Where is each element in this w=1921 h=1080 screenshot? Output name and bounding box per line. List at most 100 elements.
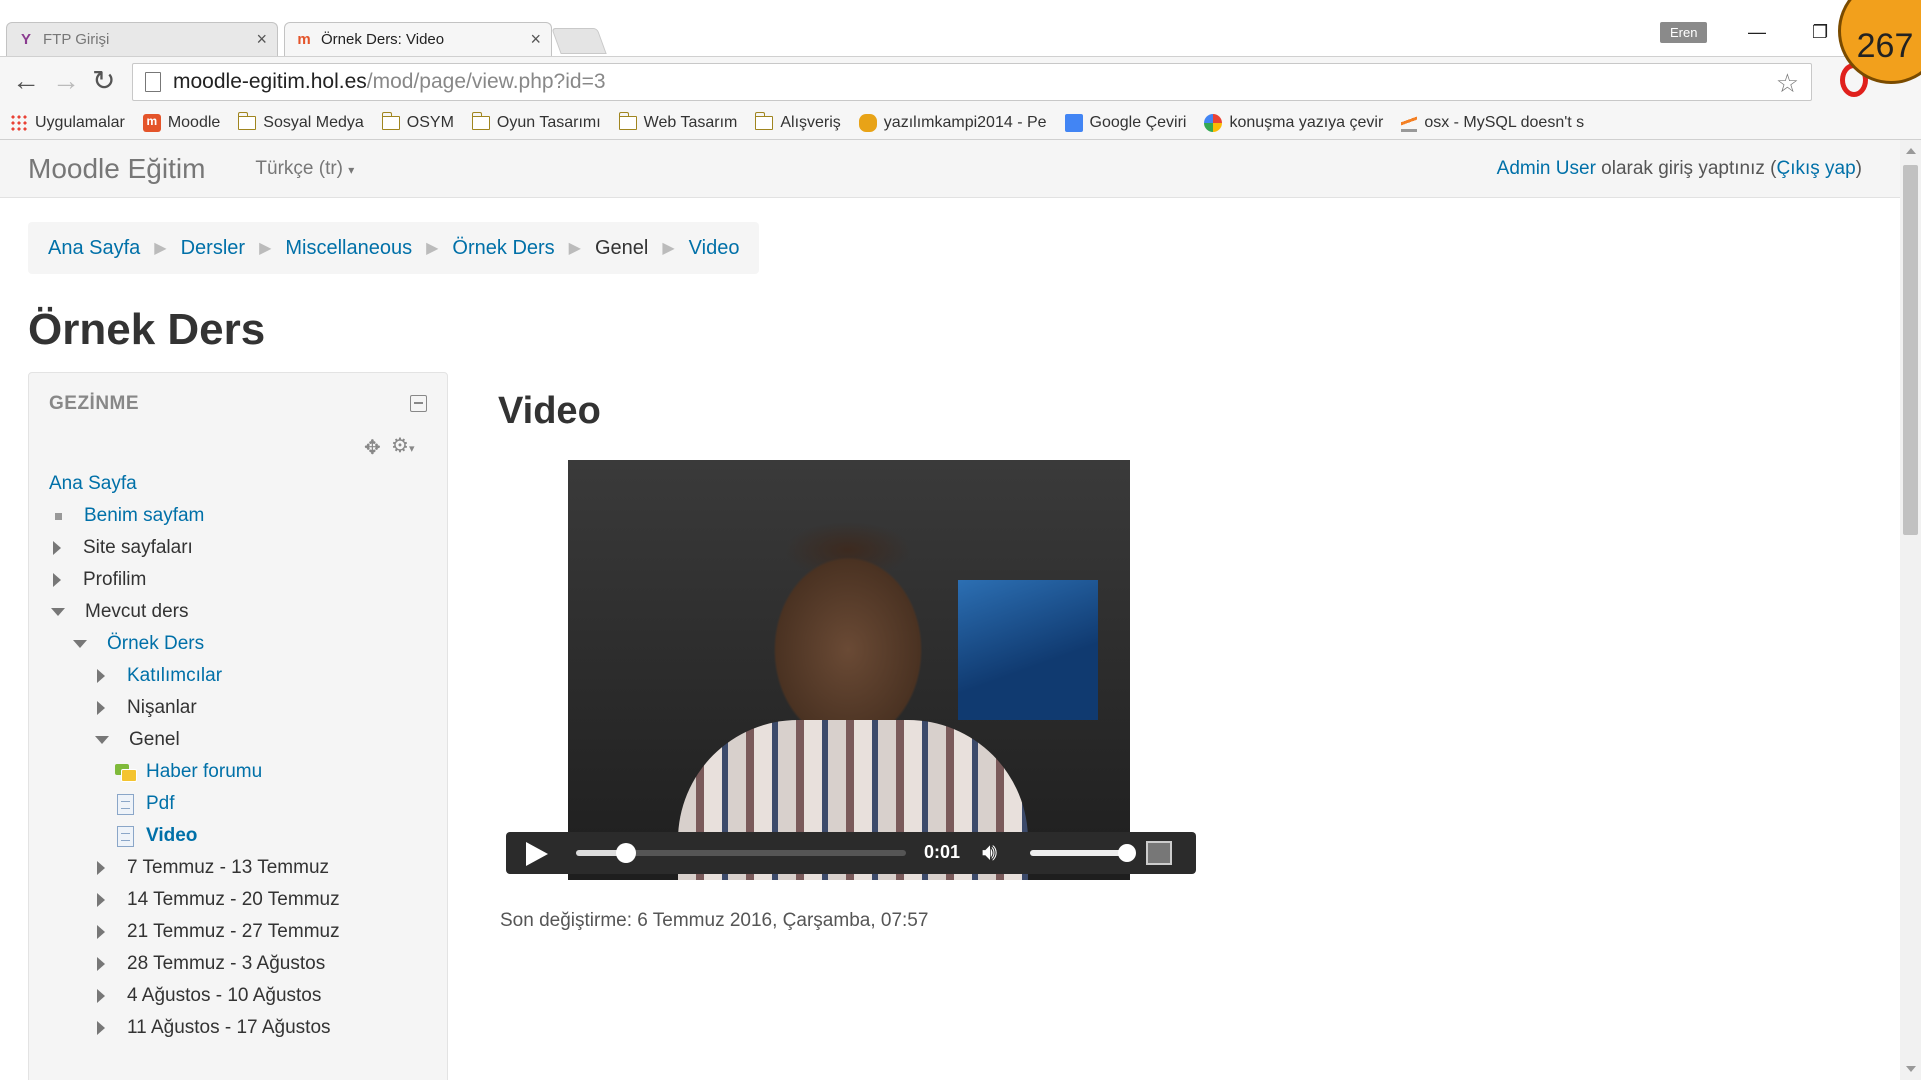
bookmark-moodle[interactable]: m Moodle [142, 113, 220, 132]
play-icon[interactable] [526, 842, 548, 866]
bookmark-uygulamalar[interactable]: Uygulamalar [10, 113, 125, 132]
scroll-thumb[interactable] [1903, 165, 1918, 535]
tab-ornek-ders-video[interactable]: m Örnek Ders: Video × [284, 22, 552, 56]
bookmark-osx-mysql[interactable]: osx - MySQL doesn't s [1401, 113, 1584, 132]
fullscreen-icon[interactable] [1146, 841, 1172, 865]
profile-button[interactable]: Eren [1660, 22, 1708, 43]
bookmark-star-icon[interactable]: ☆ [1776, 68, 1799, 99]
page-title: Örnek Ders [28, 305, 266, 354]
bookmark-yazilimkampi[interactable]: yazılımkampi2014 - Pe [858, 113, 1047, 132]
nav-item-katilimcilar[interactable]: Katılımcılar [93, 665, 222, 687]
scroll-up-icon[interactable] [1906, 148, 1916, 154]
nav-item-week[interactable]: 11 Ağustos - 17 Ağustos [93, 1017, 331, 1039]
reload-icon[interactable]: ↻ [92, 67, 115, 95]
volume-slider[interactable] [1030, 844, 1136, 862]
login-text: olarak giriş yaptınız ( [1595, 158, 1777, 179]
site-brand-link[interactable]: Moodle Eğitim [28, 153, 205, 185]
nav-item-ornek-ders[interactable]: Örnek Ders [71, 633, 204, 655]
nav-item-label: Ana Sayfa [49, 473, 137, 494]
nav-item-week[interactable]: 21 Temmuz - 27 Temmuz [93, 921, 340, 943]
nav-item-site-sayfalari[interactable]: Site sayfaları [49, 537, 193, 559]
caret-down-icon: ▾ [348, 162, 355, 177]
bookmark-alisveris[interactable]: Alışveriş [755, 111, 841, 132]
bookmark-web-tasarim[interactable]: Web Tasarım [618, 111, 737, 132]
video-frame[interactable] [568, 460, 1130, 880]
tiger-icon [858, 113, 877, 132]
bookmark-oyun-tasarimi[interactable]: Oyun Tasarımı [471, 111, 601, 132]
breadcrumb-ana-sayfa[interactable]: Ana Sayfa [48, 237, 140, 260]
tab-ftp[interactable]: Y FTP Girişi × [6, 22, 278, 56]
nav-item-profilim[interactable]: Profilim [49, 569, 146, 591]
nav-item-genel[interactable]: Genel [93, 729, 180, 751]
breadcrumb-dersler[interactable]: Dersler [181, 237, 245, 260]
nav-item-label: Video [146, 825, 198, 846]
forward-icon[interactable]: → [52, 67, 80, 95]
nav-item-week[interactable]: 7 Temmuz - 13 Temmuz [93, 857, 329, 879]
scroll-down-icon[interactable] [1906, 1066, 1916, 1072]
volume-icon[interactable]: 🔊︎ [982, 839, 997, 867]
expand-icon [97, 669, 105, 683]
expand-icon [97, 925, 105, 939]
expand-icon [53, 541, 61, 555]
folder-icon [618, 111, 637, 130]
collapse-icon [95, 736, 109, 744]
bookmark-google-ceviri[interactable]: Google Çeviri [1064, 113, 1186, 132]
nav-item-label: 28 Temmuz - 3 Ağustos [127, 953, 326, 974]
bookmark-sosyal-medya[interactable]: Sosyal Medya [238, 111, 364, 132]
user-profile-link[interactable]: Admin User [1497, 158, 1596, 179]
breadcrumb-separator-icon: ▶ [154, 240, 167, 257]
expand-icon [97, 893, 105, 907]
move-icon[interactable]: ✥ [364, 435, 381, 460]
breadcrumb-genel: Genel [594, 236, 649, 259]
nav-item-week[interactable]: 4 Ağustos - 10 Ağustos [93, 985, 321, 1007]
address-bar[interactable]: moodle-egitim.hol.es/mod/page/view.php?i… [132, 63, 1812, 101]
nav-item-pdf[interactable]: Pdf [117, 793, 175, 815]
nav-item-benim-sayfam[interactable]: Benim sayfam [49, 505, 204, 527]
seek-bar[interactable] [576, 843, 906, 863]
nav-item-week[interactable]: 28 Temmuz - 3 Ağustos [93, 953, 325, 975]
ftp-favicon-icon: Y [20, 31, 31, 48]
nav-item-mevcut-ders[interactable]: Mevcut ders [49, 601, 188, 623]
nav-item-label: 11 Ağustos - 17 Ağustos [127, 1017, 331, 1038]
breadcrumb-ornek-ders[interactable]: Örnek Ders [452, 237, 554, 260]
back-icon[interactable]: ← [12, 67, 40, 95]
volume-handle[interactable] [1118, 844, 1136, 862]
bookmark-konusma[interactable]: konuşma yazıya çevir [1204, 113, 1383, 132]
page-icon [117, 793, 134, 815]
browser-toolbar: ← → ↻ moodle-egitim.hol.es/mod/page/view… [0, 56, 1921, 106]
restore-icon[interactable]: ❐ [1812, 22, 1828, 43]
expand-icon [97, 701, 105, 715]
nav-item-nisanlar[interactable]: Nişanlar [93, 697, 197, 719]
close-icon[interactable]: × [530, 29, 541, 50]
bookmark-osym[interactable]: OSYM [381, 111, 454, 132]
new-tab-button[interactable] [551, 28, 607, 54]
nav-item-video[interactable]: Video [117, 825, 197, 847]
nav-item-haber-forumu[interactable]: Haber forumu [115, 761, 262, 783]
bookmark-label: Sosyal Medya [263, 113, 364, 131]
bookmark-label: yazılımkampi2014 - Pe [883, 113, 1047, 131]
seek-handle[interactable] [615, 843, 636, 863]
page-icon [145, 72, 161, 92]
gear-icon[interactable]: ⚙▾ [391, 433, 414, 458]
collapse-icon [73, 640, 87, 648]
collapse-block-icon[interactable] [410, 395, 427, 412]
nav-item-ana-sayfa[interactable]: Ana Sayfa [49, 473, 137, 495]
logout-link[interactable]: Çıkış yap [1776, 158, 1855, 179]
navigation-block-title: GEZİNME [49, 393, 140, 414]
nav-item-label: 7 Temmuz - 13 Temmuz [127, 857, 330, 878]
nav-item-week[interactable]: 14 Temmuz - 20 Temmuz [93, 889, 340, 911]
language-menu[interactable]: Türkçe (tr) ▾ [255, 158, 354, 180]
language-label: Türkçe (tr) [255, 157, 344, 179]
minimize-icon[interactable]: — [1748, 22, 1766, 43]
nav-item-label: 14 Temmuz - 20 Temmuz [127, 889, 340, 910]
page-scrollbar[interactable] [1900, 140, 1921, 1080]
nav-item-label: Örnek Ders [107, 633, 205, 654]
nav-item-label: Genel [129, 729, 180, 750]
nav-item-label: Pdf [146, 793, 175, 814]
nav-item-label: 4 Ağustos - 10 Ağustos [127, 985, 322, 1006]
breadcrumb: Ana Sayfa ▶ Dersler ▶ Miscellaneous ▶ Ör… [28, 222, 760, 274]
close-icon[interactable]: × [256, 29, 267, 50]
breadcrumb-video[interactable]: Video [689, 237, 740, 260]
breadcrumb-miscellaneous[interactable]: Miscellaneous [285, 237, 412, 260]
nav-item-label: Benim sayfam [84, 505, 205, 526]
